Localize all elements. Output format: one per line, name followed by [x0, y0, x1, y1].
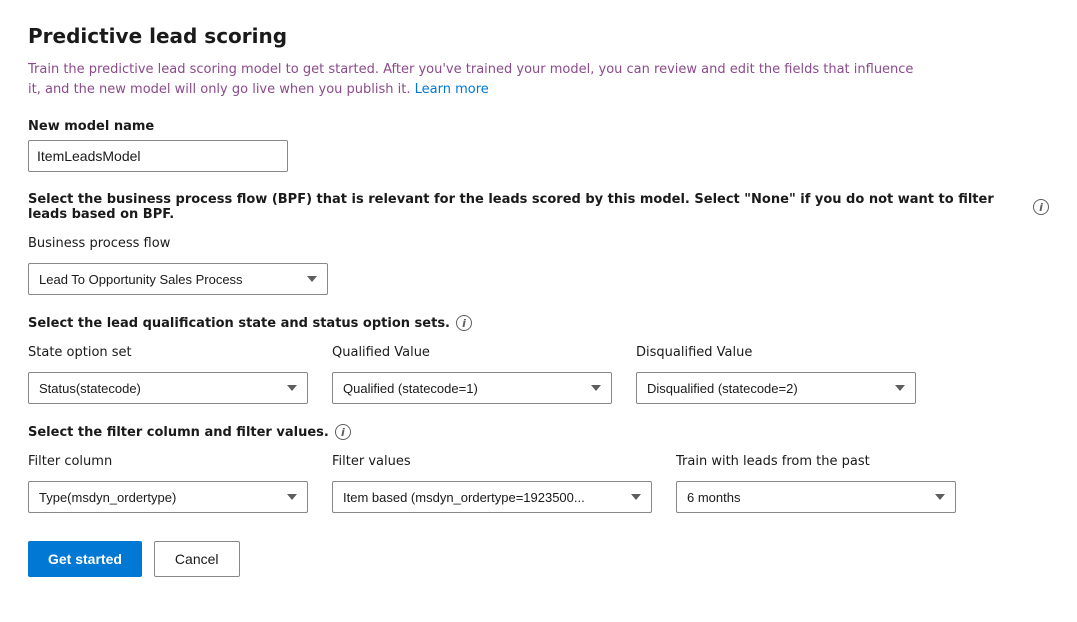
disqualified-dropdown[interactable]: Disqualified (statecode=2) — [636, 372, 916, 404]
filter-col-dropdown-group: Filter column Type(msdyn_ordertype) — [28, 454, 308, 513]
disqualified-label: Disqualified Value — [636, 345, 916, 360]
qualified-dropdown[interactable]: Qualified (statecode=1) — [332, 372, 612, 404]
state-label: State option set — [28, 345, 308, 360]
filter-instruction: Select the filter column and filter valu… — [28, 424, 1049, 440]
qualified-label: Qualified Value — [332, 345, 612, 360]
qualification-dropdowns-row: State option set Status(statecode) Quali… — [28, 345, 1049, 404]
train-dropdown-group: Train with leads from the past 6 months … — [676, 454, 956, 513]
qualification-instruction: Select the lead qualification state and … — [28, 315, 1049, 331]
train-dropdown[interactable]: 6 months 3 months 12 months — [676, 481, 956, 513]
page-title: Predictive lead scoring — [28, 24, 1049, 48]
learn-more-link[interactable]: Learn more — [415, 82, 489, 97]
filter-val-dropdown[interactable]: Item based (msdyn_ordertype=1923500... — [332, 481, 652, 513]
model-name-input[interactable] — [28, 140, 288, 172]
state-dropdown[interactable]: Status(statecode) — [28, 372, 308, 404]
bpf-label: Business process flow — [28, 236, 1049, 251]
filter-info-icon[interactable]: i — [335, 424, 351, 440]
button-row: Get started Cancel — [28, 541, 1049, 577]
model-name-section: New model name — [28, 119, 1049, 172]
filter-val-label: Filter values — [332, 454, 652, 469]
state-dropdown-group: State option set Status(statecode) — [28, 345, 308, 404]
cancel-button[interactable]: Cancel — [154, 541, 240, 577]
bpf-instruction: Select the business process flow (BPF) t… — [28, 192, 1049, 222]
get-started-button[interactable]: Get started — [28, 541, 142, 577]
train-label: Train with leads from the past — [676, 454, 956, 469]
filter-dropdowns-row: Filter column Type(msdyn_ordertype) Filt… — [28, 454, 1049, 513]
model-name-label: New model name — [28, 119, 1049, 134]
filter-col-label: Filter column — [28, 454, 308, 469]
bpf-section: Select the business process flow (BPF) t… — [28, 192, 1049, 295]
description-text: Train the predictive lead scoring model … — [28, 60, 928, 99]
bpf-dropdown[interactable]: None Lead To Opportunity Sales Process — [28, 263, 328, 295]
qualification-info-icon[interactable]: i — [456, 315, 472, 331]
disqualified-dropdown-group: Disqualified Value Disqualified (stateco… — [636, 345, 916, 404]
qualified-dropdown-group: Qualified Value Qualified (statecode=1) — [332, 345, 612, 404]
bpf-dropdown-group: Business process flow None Lead To Oppor… — [28, 236, 1049, 295]
filter-col-dropdown[interactable]: Type(msdyn_ordertype) — [28, 481, 308, 513]
filter-val-dropdown-group: Filter values Item based (msdyn_ordertyp… — [332, 454, 652, 513]
bpf-info-icon[interactable]: i — [1033, 199, 1049, 215]
filter-section: Select the filter column and filter valu… — [28, 424, 1049, 513]
qualification-section: Select the lead qualification state and … — [28, 315, 1049, 404]
